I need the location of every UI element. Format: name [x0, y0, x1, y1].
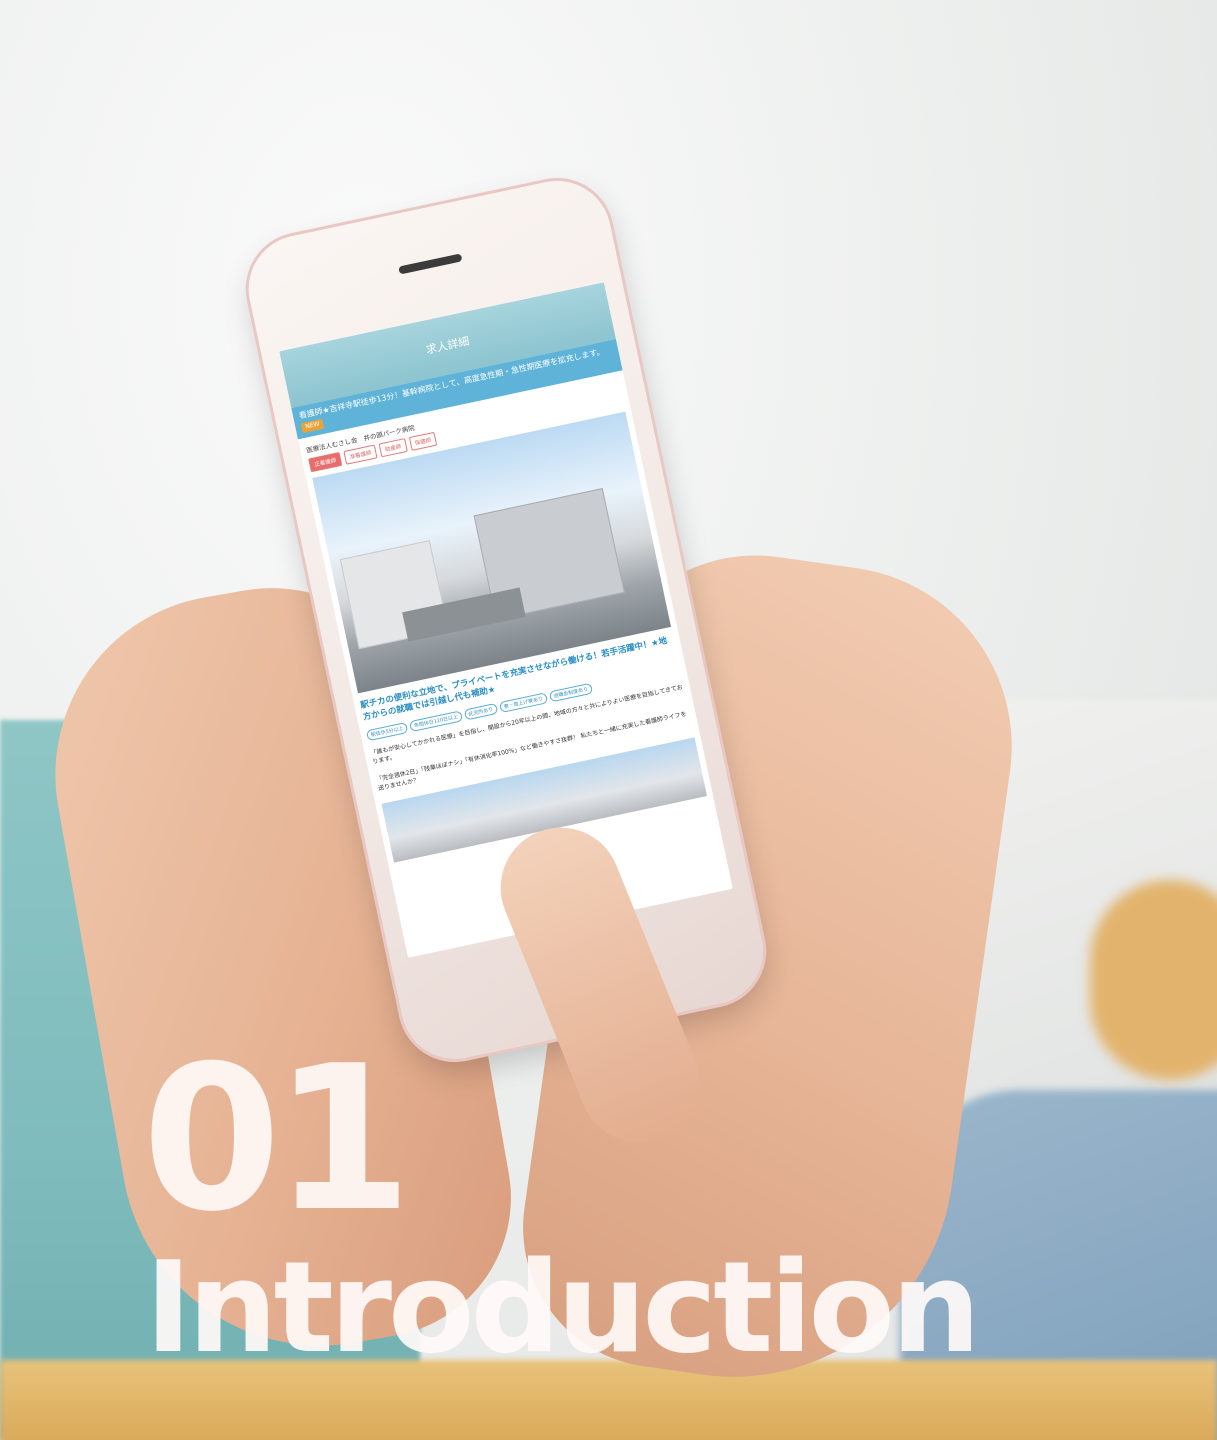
- phone-speaker: [398, 253, 463, 275]
- section-title: Introduction: [145, 1234, 981, 1381]
- section-number: 01: [142, 1023, 412, 1256]
- new-badge: NEW: [300, 418, 325, 434]
- photo-scene: 求人詳細 看護師★吉祥寺駅徒歩13分！基幹病院として、高度急性期・急性期医療を拡…: [0, 0, 1217, 1440]
- screen-header-title: 求人詳細: [424, 334, 471, 357]
- background-sleeve: [1090, 880, 1217, 1080]
